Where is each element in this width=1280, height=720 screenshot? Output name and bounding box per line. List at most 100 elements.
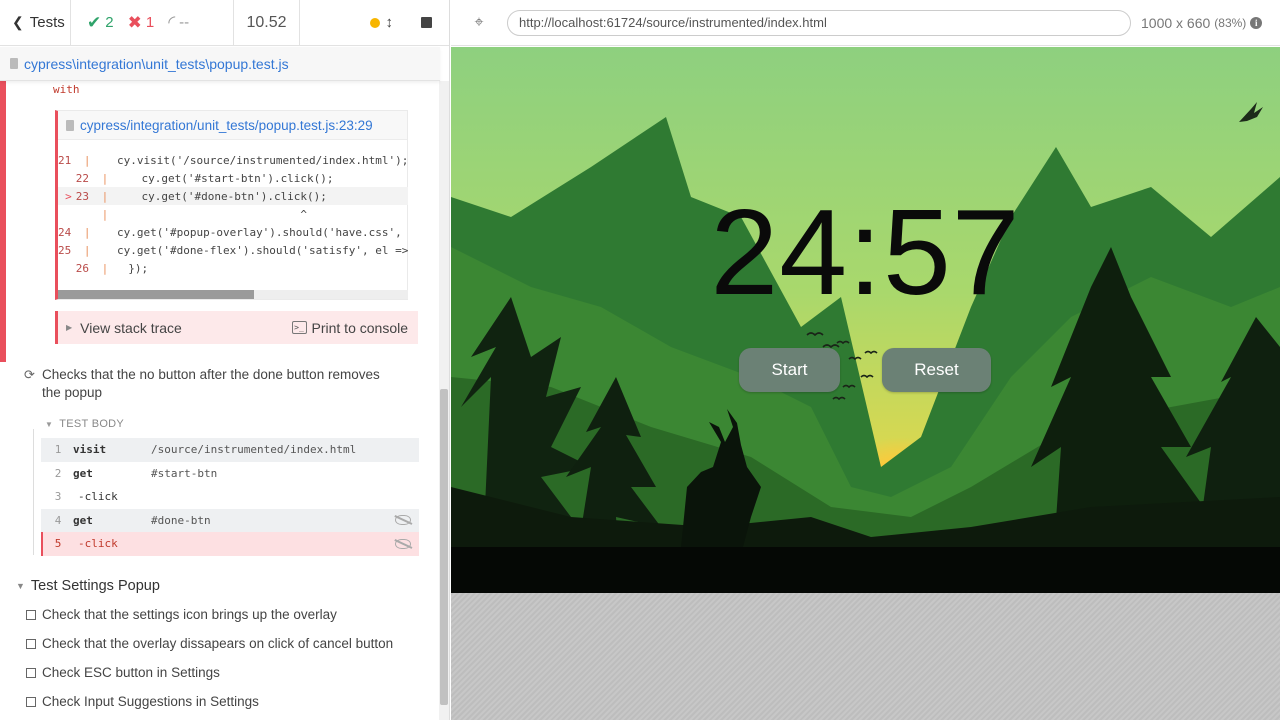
code-frame-scrollbar[interactable]: [58, 290, 408, 299]
test-body-header[interactable]: ▼ TEST BODY: [45, 418, 124, 430]
pending-square-icon: [26, 667, 36, 678]
code-line: 25 | cy.get('#done-flex').should('satisf…: [58, 241, 408, 259]
code-line: | ^: [58, 205, 408, 223]
command-row[interactable]: 4 get #done-btn: [41, 508, 419, 532]
view-stack-trace-toggle[interactable]: ▶ View stack trace: [66, 320, 182, 336]
suite-test-settings-popup[interactable]: ▼ Test Settings Popup: [16, 578, 160, 594]
gutter-pipe: |: [95, 171, 109, 185]
line-number-text: 26: [75, 261, 89, 275]
crosshair-icon: ⌖: [474, 13, 484, 31]
command-row[interactable]: 3 -click: [41, 485, 419, 509]
pending-test[interactable]: Check that the overlay dissapears on cli…: [26, 636, 393, 651]
command-number: 2: [54, 466, 62, 480]
info-icon: i: [1250, 16, 1263, 29]
runnables-list: with cypress/integration/unit_tests/popu…: [0, 81, 440, 720]
pending-test[interactable]: Check ESC button in Settings: [26, 665, 220, 680]
command-name: -click: [78, 537, 118, 551]
aut-iframe: 24:57 Start Reset: [451, 47, 1280, 593]
code-text: cy.visit('/source/instrumented/index.htm…: [90, 153, 408, 167]
suite-title: Test Settings Popup: [30, 578, 160, 594]
status-dot-icon: [369, 17, 380, 28]
chevron-right-icon: >: [65, 189, 72, 203]
line-number-text: 23: [75, 189, 89, 203]
controls: ↕: [300, 0, 449, 46]
pending-test-title: Check that the overlay dissapears on cli…: [42, 636, 394, 651]
pending-count: --: [179, 14, 190, 31]
reporter-scroll-thumb[interactable]: [440, 389, 448, 705]
command-number: 1: [54, 443, 62, 457]
check-icon: ✔: [87, 12, 102, 32]
gutter-pipe: |: [77, 153, 91, 167]
selector-playground-button[interactable]: ⌖: [451, 0, 507, 46]
code-line: >23 | cy.get('#done-btn').click();: [58, 187, 408, 205]
viewport-info[interactable]: 1000 x 660 (83%) i: [1141, 15, 1263, 31]
gutter-pipe: |: [95, 207, 109, 221]
eye-slash-icon: [395, 515, 411, 526]
stop-icon[interactable]: [421, 17, 432, 28]
line-number: 25: [58, 244, 77, 257]
eye-slash-icon: [395, 538, 411, 549]
failed-count: 1: [145, 14, 155, 31]
code-frame-path-link[interactable]: cypress/integration/unit_tests/popup.tes…: [80, 118, 373, 133]
pending-stat: ◜ --: [168, 12, 189, 33]
line-number-text: 21: [58, 153, 72, 167]
stats: ✔ 2 ✖ 1 ◜ --: [71, 0, 234, 46]
command-name: get: [73, 466, 93, 480]
line-number: 21: [58, 154, 77, 167]
viewport-scale: (83%): [1214, 15, 1247, 30]
auto-scroll-toggle[interactable]: ↕: [369, 14, 393, 31]
spec-path-link[interactable]: cypress\integration\unit_tests\popup.tes…: [24, 56, 289, 72]
command-row[interactable]: 2 get #start-btn: [41, 462, 419, 486]
pending-test-title: Check that the settings icon brings up t…: [42, 607, 337, 622]
code-text: cy.get('#done-btn').click();: [115, 189, 327, 203]
print-to-console-button[interactable]: >_ Print to console: [291, 319, 419, 336]
url-bar[interactable]: http://localhost:61724/source/instrument…: [507, 9, 1131, 36]
gutter-pipe: |: [95, 261, 109, 275]
line-number-text: 22: [75, 171, 89, 185]
tests-label: Tests: [29, 14, 65, 31]
error-message-tail: with: [53, 83, 80, 96]
code-text: cy.get('#done-flex').should('satisfy', e…: [90, 243, 408, 257]
test-body-label: TEST BODY: [59, 418, 125, 430]
reporter-scrollbar[interactable]: [439, 81, 449, 720]
line-number: 26: [58, 262, 95, 275]
command-name: get: [73, 513, 93, 527]
running-test[interactable]: ⟳ Checks that the no button after the do…: [24, 366, 394, 402]
print-to-console-label: Print to console: [311, 319, 409, 336]
pending-square-icon: [26, 609, 36, 620]
reset-button[interactable]: Reset: [882, 348, 991, 392]
pending-circle-icon: ◜: [168, 12, 176, 32]
command-row[interactable]: 1 visit/source/instrumented/index.html: [41, 438, 419, 462]
url-text: http://localhost:61724/source/instrument…: [519, 15, 827, 30]
code-frame: cypress/integration/unit_tests/popup.tes…: [55, 110, 408, 300]
code-frame-scroll-thumb[interactable]: [58, 290, 254, 299]
cross-icon: ✖: [127, 12, 142, 32]
view-stack-trace-label: View stack trace: [80, 319, 182, 336]
code-line: 24 | cy.get('#popup-overlay').should('ha…: [58, 223, 408, 241]
code-line: 22 | cy.get('#start-btn').click();: [58, 169, 408, 187]
line-number: >23: [58, 190, 95, 203]
code-text: });: [115, 261, 149, 275]
code-text: cy.get('#start-btn').click();: [115, 171, 334, 185]
refresh-spinner-icon: ⟳: [24, 367, 35, 382]
passed-count: 2: [105, 14, 114, 31]
gutter-pipe: |: [95, 189, 109, 203]
start-button[interactable]: Start: [739, 348, 840, 392]
command-log: 1 visit/source/instrumented/index.html 2 ge…: [41, 438, 419, 556]
command-row[interactable]: 5 -click: [41, 532, 419, 556]
failed-test-indicator: [0, 81, 6, 362]
spec-file-bar: cypress\integration\unit_tests\popup.tes…: [0, 47, 440, 81]
command-number: 3: [54, 490, 62, 504]
pending-test[interactable]: Check that the settings icon brings up t…: [26, 607, 337, 622]
tests-button[interactable]: ❮ Tests: [0, 0, 71, 46]
passed-stat: ✔ 2: [87, 13, 114, 33]
caret-right-icon: ▶: [66, 323, 73, 332]
reporter-panel: ❮ Tests ✔ 2 ✖ 1 ◜ -- 10.52 ↕ cypress\int…: [0, 0, 450, 720]
command-name: visit: [73, 443, 107, 457]
command-message: #start-btn: [151, 466, 218, 480]
chevron-left-icon: ❮: [12, 14, 24, 30]
caret-down-icon: ▼: [45, 419, 54, 429]
gutter-pipe: |: [77, 225, 91, 239]
reporter-header: ❮ Tests ✔ 2 ✖ 1 ◜ -- 10.52 ↕: [0, 0, 449, 46]
pending-test[interactable]: Check Input Suggestions in Settings: [26, 694, 259, 709]
